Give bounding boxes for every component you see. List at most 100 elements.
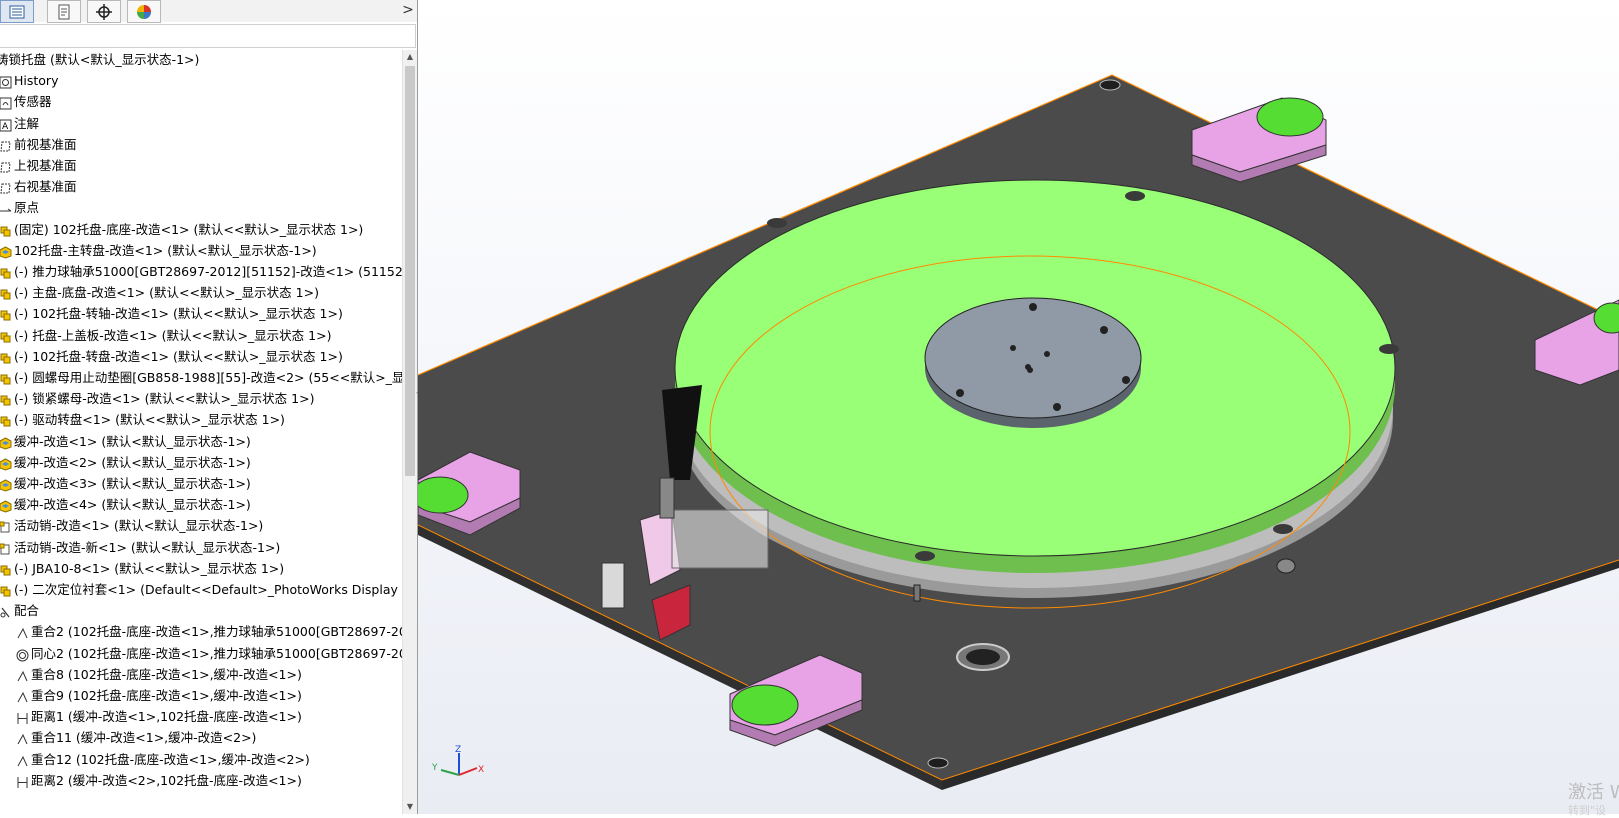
model-render: Z X Y (418, 74, 1619, 790)
scroll-down-arrow-icon[interactable]: ▼ (403, 800, 417, 814)
tree-item-label: 缓冲-改造<3> (默认<默认_显示状态-1>) (14, 476, 251, 491)
tree-item-label: (固定) 102托盘-底座-改造<1> (默认<<默认>_显示状态 1>) (14, 221, 364, 237)
part-icon (0, 456, 12, 471)
tree-filter-input[interactable] (0, 24, 416, 48)
graphics-viewport[interactable]: Z X Y (418, 0, 1619, 814)
tree-item[interactable]: 上视基准面 (0, 155, 400, 177)
chevron-right-icon: > (402, 2, 414, 18)
hub-hole (1044, 351, 1050, 357)
tree-item[interactable]: 缓冲-改造<4> (默认<默认_显示状态-1>) (0, 494, 400, 516)
tree-item[interactable]: (-) 102托盘-转盘-改造<1> (默认<<默认>_显示状态 1>) (0, 346, 400, 368)
tree-item-label: 缓冲-改造<1> (默认<默认_显示状态-1>) (14, 433, 251, 449)
assembly-icon (0, 307, 12, 321)
disc-hole (1125, 191, 1145, 201)
disc-hole (915, 551, 935, 561)
tree-item-label: 重合11 (缓冲-改造<1>,缓冲-改造<2>) (31, 730, 257, 746)
tree-item[interactable]: (-) 驱动转盘<1> (默认<<默认>_显示状态 1>) (0, 409, 400, 431)
activation-watermark-sub: 转到"设 (1568, 804, 1607, 817)
hub-hole (956, 389, 964, 397)
tree-item[interactable]: (-) 推力球轴承51000[GBT28697-2012][51152]-改造<… (0, 261, 418, 283)
tree-item-label: 重合2 (102托盘-底座-改造<1>,推力球轴承51000[GBT28697-… (31, 624, 418, 640)
part-icon (0, 244, 12, 259)
origin-icon (0, 201, 12, 214)
tree-item[interactable]: A 注解 (0, 113, 400, 135)
tree-item[interactable]: (-) 102托盘-转轴-改造<1> (默认<<默认>_显示状态 1>) (0, 303, 400, 325)
tree-item-label: 前视基准面 (14, 136, 77, 152)
tree-item-label: 铸锁托盘 (默认<默认_显示状态-1>) (0, 52, 200, 67)
scrollbar-thumb[interactable] (405, 66, 415, 476)
subassembly-icon (0, 541, 12, 555)
feature-manager-panel: > 铸锁托盘 (默认<默认_显示状态-1>) History 传感器 A 注解 前视基准面… (0, 0, 418, 814)
tree-item[interactable]: 缓冲-改造<3> (默认<默认_显示状态-1>) (0, 473, 400, 495)
assembly-icon (0, 223, 12, 237)
feature-tree-tab[interactable] (0, 0, 34, 23)
tree-item[interactable]: 缓冲-改造<2> (默认<默认_显示状态-1>) (0, 452, 400, 474)
tree-item[interactable]: History (0, 70, 400, 92)
tree-item[interactable]: (-) 主盘-底盘-改造<1> (默认<<默认>_显示状态 1>) (0, 282, 400, 304)
tree-item[interactable]: 传感器 (0, 91, 400, 113)
assembly-icon (0, 350, 12, 364)
tree-root-assembly[interactable]: 铸锁托盘 (默认<默认_显示状态-1>) (0, 49, 400, 71)
mate-item[interactable]: 距离2 (缓冲-改造<2>,102托盘-底座-改造<1>) (0, 770, 400, 792)
display-manager-tab[interactable] (127, 0, 161, 23)
center-hub-plate[interactable] (924, 297, 1142, 419)
property-manager-icon (58, 4, 70, 19)
assembly-icon (0, 286, 12, 300)
tree-item[interactable]: (-) 锁紧螺母-改造<1> (默认<<默认>_显示状态 1>) (0, 388, 400, 410)
tree-item-label: History (14, 73, 59, 89)
concentric-icon (16, 647, 29, 662)
tree-item-label: 注解 (14, 115, 40, 131)
assembly-icon (0, 392, 12, 406)
tree-item[interactable]: (-) 圆螺母用止动垫圈[GB858-1988][55]-改造<2> (55<<… (0, 367, 418, 389)
configuration-manager-tab[interactable] (87, 0, 121, 23)
corner-hole (1099, 79, 1121, 91)
distance-icon (16, 710, 29, 725)
history-icon (0, 74, 12, 89)
tree-item[interactable]: 右视基准面 (0, 176, 400, 198)
tree-item[interactable]: 活动销-改造<1> (默认<默认_显示状态-1>) (0, 515, 400, 537)
tree-item[interactable]: 活动销-改造-新<1> (默认<默认_显示状态-1>) (0, 537, 400, 559)
tree-item-label: (-) 102托盘-转盘-改造<1> (默认<<默认>_显示状态 1>) (14, 348, 343, 364)
tree-item[interactable]: (-) 托盘-上盖板-改造<1> (默认<<默认>_显示状态 1>) (0, 325, 400, 347)
activation-watermark: 激活 W (1568, 782, 1619, 803)
tree-item[interactable]: 前视基准面 (0, 134, 400, 156)
hub-hole (1122, 376, 1130, 384)
plane-icon (0, 180, 12, 194)
assembly-icon (0, 413, 12, 427)
tree-item[interactable]: 102托盘-主转盘-改造<1> (默认<默认_显示状态-1>) (0, 240, 400, 262)
tree-item[interactable]: 缓冲-改造<1> (默认<默认_显示状态-1>) (0, 431, 400, 453)
property-manager-tab[interactable] (47, 0, 81, 23)
tree-item[interactable]: (-) JBA10-8<1> (默认<<默认>_显示状态 1>) (0, 558, 400, 580)
mate-item[interactable]: 同心2 (102托盘-底座-改造<1>,推力球轴承51000[GBT28697-… (0, 643, 418, 665)
hub-hole (1010, 345, 1016, 351)
tree-item-label: (-) JBA10-8<1> (默认<<默认>_显示状态 1>) (14, 560, 285, 576)
hub-hole (1029, 303, 1037, 311)
tree-item[interactable]: (-) 二次定位衬套<1> (Default<<Default>_PhotoWo… (0, 579, 418, 601)
configuration-manager-icon (96, 3, 112, 20)
tree-item-label: 原点 (14, 200, 40, 216)
tree-item[interactable]: (固定) 102托盘-底座-改造<1> (默认<<默认>_显示状态 1>) (0, 219, 400, 241)
tree-item[interactable]: 配合 (0, 600, 400, 622)
expand-panel-button[interactable]: > (400, 1, 416, 19)
scroll-up-arrow-icon[interactable]: ▲ (403, 50, 417, 64)
mate-item[interactable]: 重合9 (102托盘-底座-改造<1>,缓冲-改造<1>) (0, 685, 400, 707)
assembly-icon (0, 583, 12, 597)
tree-vertical-scrollbar[interactable]: ▲ ▼ (402, 50, 417, 814)
mate-item[interactable]: 重合8 (102托盘-底座-改造<1>,缓冲-改造<1>) (0, 664, 400, 686)
mate-item[interactable]: 距离1 (缓冲-改造<1>,102托盘-底座-改造<1>) (0, 706, 400, 728)
manager-tabs-toolbar: > (0, 0, 418, 23)
tree-item[interactable]: 原点 (0, 197, 400, 219)
sensor-icon (0, 95, 12, 110)
tree-item-label: (-) 二次定位衬套<1> (Default<<Default>_PhotoWo… (14, 582, 418, 597)
tree-item-label: (-) 102托盘-转轴-改造<1> (默认<<默认>_显示状态 1>) (14, 306, 343, 322)
annotation-icon: A (0, 117, 12, 132)
assembly-icon (0, 329, 12, 343)
mate-item[interactable]: 重合12 (102托盘-底座-改造<1>,缓冲-改造<2>) (0, 749, 400, 771)
mate-item[interactable]: 重合2 (102托盘-底座-改造<1>,推力球轴承51000[GBT28697-… (0, 621, 418, 643)
side-pin (913, 584, 921, 602)
plane-icon (0, 138, 12, 152)
side-screw (1276, 558, 1296, 574)
assembly-icon (0, 562, 12, 576)
tree-item-label: 重合8 (102托盘-底座-改造<1>,缓冲-改造<1>) (31, 666, 302, 682)
mate-item[interactable]: 重合11 (缓冲-改造<1>,缓冲-改造<2>) (0, 727, 400, 749)
